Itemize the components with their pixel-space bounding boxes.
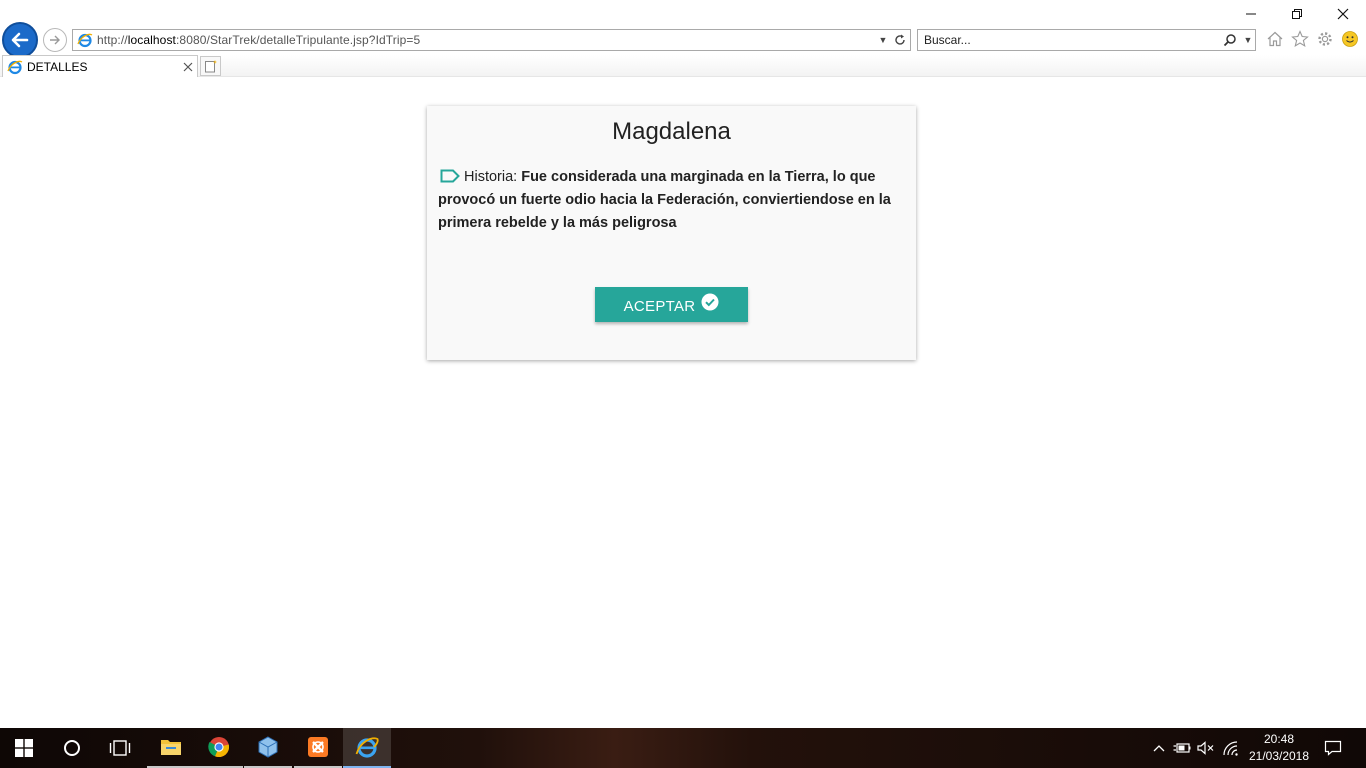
address-dropdown-button[interactable]: ▼ (876, 35, 890, 45)
refresh-button[interactable] (890, 34, 910, 46)
restore-icon (1292, 9, 1302, 19)
restore-button[interactable] (1274, 0, 1320, 28)
url-host: localhost (127, 33, 176, 47)
search-input[interactable] (918, 33, 1219, 47)
windows-logo-icon (15, 739, 33, 757)
search-dropdown-button[interactable]: ▼ (1241, 35, 1255, 45)
settings-button[interactable] (1314, 28, 1336, 50)
home-button[interactable] (1264, 28, 1286, 50)
favorites-button[interactable] (1289, 28, 1311, 50)
xampp-icon (308, 737, 328, 757)
address-bar[interactable]: http://localhost:8080/StarTrek/detalleTr… (72, 29, 911, 51)
virtualbox-icon (258, 736, 278, 758)
check-circle-icon (701, 293, 719, 310)
battery-plug-icon (1173, 743, 1191, 753)
story-label: Historia: (464, 169, 518, 185)
notification-icon (1324, 740, 1342, 756)
ie-tab-icon (7, 60, 23, 74)
show-hidden-icons-button[interactable] (1150, 728, 1168, 768)
label-icon (440, 169, 460, 183)
home-icon (1267, 31, 1283, 47)
forward-button[interactable] (43, 28, 67, 52)
chevron-up-icon (1153, 745, 1165, 752)
close-icon (183, 62, 193, 71)
cortana-button[interactable] (48, 728, 96, 768)
smiley-icon (1342, 31, 1358, 47)
tab-detalles[interactable]: DETALLES (2, 55, 198, 77)
star-icon (1291, 30, 1309, 47)
action-center-button[interactable] (1318, 728, 1348, 768)
crew-detail-card: Magdalena Historia: Fue considerada una … (427, 106, 916, 360)
start-button[interactable] (0, 728, 48, 768)
folder-icon (161, 740, 181, 755)
browser-toolbar (1264, 28, 1361, 50)
window-controls (1228, 0, 1366, 28)
clock-time: 20:48 (1263, 732, 1295, 746)
refresh-icon (895, 34, 905, 45)
chrome-button[interactable] (195, 728, 243, 768)
story-paragraph: Historia: Fue considerada una marginada … (438, 166, 898, 235)
tab-close-button[interactable] (179, 60, 197, 74)
volume-muted-icon (1197, 741, 1214, 755)
ie-icon (355, 737, 379, 758)
taskbar: 20:48 21/03/2018 (0, 728, 1366, 768)
chrome-icon (208, 737, 230, 758)
search-button[interactable] (1219, 33, 1241, 47)
new-tab-button[interactable] (200, 56, 221, 76)
arrow-right-icon (50, 35, 60, 45)
accept-button-label: ACEPTAR (623, 298, 696, 315)
virtualbox-button[interactable] (244, 728, 292, 768)
gear-icon (1318, 32, 1332, 46)
search-icon (1223, 34, 1236, 47)
new-tab-icon (204, 60, 217, 73)
crew-name-title: Magdalena (612, 118, 731, 145)
file-explorer-button[interactable] (147, 728, 195, 768)
search-box[interactable]: ▼ (917, 29, 1256, 51)
internet-explorer-button[interactable] (343, 728, 391, 768)
back-button[interactable] (2, 22, 38, 58)
close-window-button[interactable] (1320, 0, 1366, 28)
task-view-button[interactable] (96, 728, 144, 768)
clock-date: 21/03/2018 (1248, 749, 1310, 763)
cortana-circle-icon (64, 740, 80, 756)
minimize-icon (1246, 13, 1256, 15)
address-url[interactable]: http://localhost:8080/StarTrek/detalleTr… (97, 33, 876, 47)
url-path: :8080/StarTrek/detalleTripulante.jsp?IdT… (175, 33, 421, 47)
accept-button[interactable]: ACEPTAR (595, 287, 748, 322)
network-status[interactable] (1220, 728, 1242, 768)
tab-title: DETALLES (27, 59, 88, 74)
battery-status[interactable] (1172, 728, 1192, 768)
ie-page-icon (77, 33, 93, 48)
minimize-button[interactable] (1228, 0, 1274, 28)
arrow-left-icon (11, 32, 29, 48)
task-view-icon (109, 740, 131, 756)
close-icon (1337, 8, 1349, 20)
xampp-button[interactable] (294, 728, 342, 768)
wifi-icon (1223, 741, 1238, 756)
url-prefix: http:// (97, 33, 128, 47)
volume-status[interactable] (1196, 728, 1216, 768)
system-clock[interactable]: 20:48 21/03/2018 (1240, 731, 1318, 765)
feedback-button[interactable] (1339, 28, 1361, 50)
tab-bar: DETALLES (0, 55, 1366, 77)
